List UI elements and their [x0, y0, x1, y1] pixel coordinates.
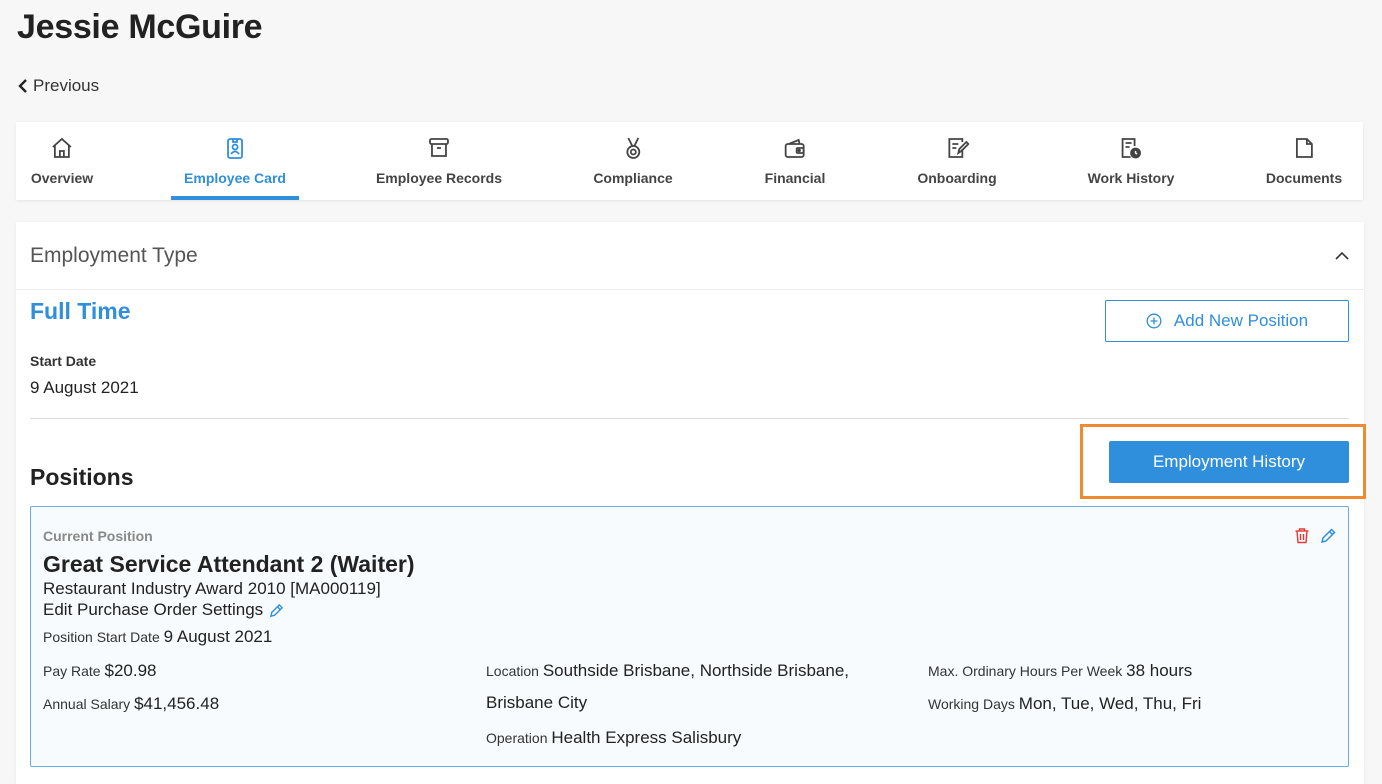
- pencil-icon: [270, 603, 284, 617]
- operation: Operation Health Express Salisbury: [486, 728, 741, 748]
- tab-employee-records[interactable]: Employee Records: [376, 122, 502, 200]
- position-start-value: 9 August 2021: [163, 627, 273, 646]
- start-date-value: 9 August 2021: [30, 378, 139, 397]
- tab-documents[interactable]: Documents: [1266, 122, 1342, 200]
- tab-label: Documents: [1265, 170, 1343, 186]
- employment-type-title: Employment Type: [30, 244, 198, 267]
- edit-purchase-order-label: Edit Purchase Order Settings: [43, 600, 264, 619]
- tab-label: Employee Records: [375, 170, 503, 186]
- previous-label: Previous: [33, 76, 100, 95]
- working-days-label: Working Days: [928, 696, 1015, 712]
- tab-onboarding[interactable]: Onboarding: [917, 122, 997, 200]
- pay-rate: Pay Rate $20.98: [43, 661, 156, 681]
- tab-financial[interactable]: Financial: [764, 122, 826, 200]
- pay-rate-label: Pay Rate: [43, 663, 101, 679]
- tab-overview[interactable]: Overview: [31, 122, 93, 200]
- annual-salary-label: Annual Salary: [43, 696, 131, 712]
- medal-icon: [620, 134, 646, 162]
- tab-label: Compliance: [593, 170, 673, 186]
- location: Location Southside Brisbane, Northside B…: [486, 661, 849, 681]
- home-icon: [49, 134, 75, 162]
- location-value: Southside Brisbane, Northside Brisbane,: [542, 661, 850, 680]
- tab-compliance[interactable]: Compliance: [593, 122, 673, 200]
- position-award: Restaurant Industry Award 2010 [MA000119…: [43, 579, 381, 598]
- archive-box-icon: [426, 134, 452, 162]
- operation-label: Operation: [486, 730, 548, 746]
- tab-label: Onboarding: [917, 170, 997, 186]
- pay-rate-value: $20.98: [104, 661, 157, 680]
- working-days-value: Mon, Tue, Wed, Thu, Fri: [1018, 694, 1202, 713]
- position-start-date: Position Start Date 9 August 2021: [43, 627, 272, 647]
- previous-link[interactable]: Previous: [17, 76, 99, 96]
- plus-circle-icon: [1146, 313, 1162, 329]
- max-hours: Max. Ordinary Hours Per Week 38 hours: [928, 661, 1192, 681]
- employment-history-button[interactable]: Employment History: [1109, 441, 1349, 483]
- location-label: Location: [486, 663, 539, 679]
- edit-note-icon: [944, 134, 970, 162]
- tab-employee-card[interactable]: Employee Card: [171, 122, 299, 200]
- positions-title: Positions: [30, 464, 134, 490]
- tab-label: Work History: [1087, 170, 1175, 186]
- position-actions: [1294, 527, 1336, 544]
- divider: [30, 418, 1349, 419]
- chevron-left-icon: [18, 79, 27, 93]
- employment-card: Employment Type Full Time Add New Positi…: [16, 222, 1366, 784]
- annual-salary: Annual Salary $41,456.48: [43, 694, 219, 714]
- tab-label: Overview: [30, 170, 94, 186]
- employment-type-header[interactable]: Employment Type: [16, 222, 1364, 290]
- wallet-icon: [782, 134, 808, 162]
- employment-type-value: Full Time: [30, 298, 131, 324]
- operation-value: Health Express Salisbury: [551, 728, 742, 747]
- annual-salary-value: $41,456.48: [134, 694, 220, 713]
- trash-icon[interactable]: [1294, 527, 1310, 544]
- max-hours-value: 38 hours: [1126, 661, 1193, 680]
- tab-work-history[interactable]: Work History: [1087, 122, 1175, 200]
- active-tab-indicator: [171, 196, 299, 200]
- add-new-position-button[interactable]: Add New Position: [1105, 300, 1349, 342]
- chevron-up-icon[interactable]: [1334, 248, 1350, 264]
- file-icon: [1291, 134, 1317, 162]
- tab-label: Financial: [764, 170, 826, 186]
- tab-bar: Overview Employee Card Employee Records …: [16, 122, 1363, 200]
- pencil-icon[interactable]: [1320, 527, 1336, 544]
- current-position-label: Current Position: [43, 528, 153, 544]
- id-badge-icon: [222, 134, 248, 162]
- edit-purchase-order-link[interactable]: Edit Purchase Order Settings: [43, 600, 284, 620]
- location-value-cont: Brisbane City: [486, 693, 588, 712]
- max-hours-label: Max. Ordinary Hours Per Week: [928, 663, 1123, 679]
- add-new-position-label: Add New Position: [1173, 311, 1309, 330]
- current-position-card: Current Position Great Service Attendant…: [30, 506, 1349, 767]
- page-title: Jessie McGuire: [17, 8, 263, 46]
- position-start-label: Position Start Date: [43, 629, 160, 645]
- start-date-label: Start Date: [30, 353, 97, 369]
- working-days: Working Days Mon, Tue, Wed, Thu, Fri: [928, 694, 1201, 714]
- tab-label: Employee Card: [184, 170, 286, 186]
- document-clock-icon: [1118, 134, 1144, 162]
- position-title: Great Service Attendant 2 (Waiter): [43, 551, 415, 577]
